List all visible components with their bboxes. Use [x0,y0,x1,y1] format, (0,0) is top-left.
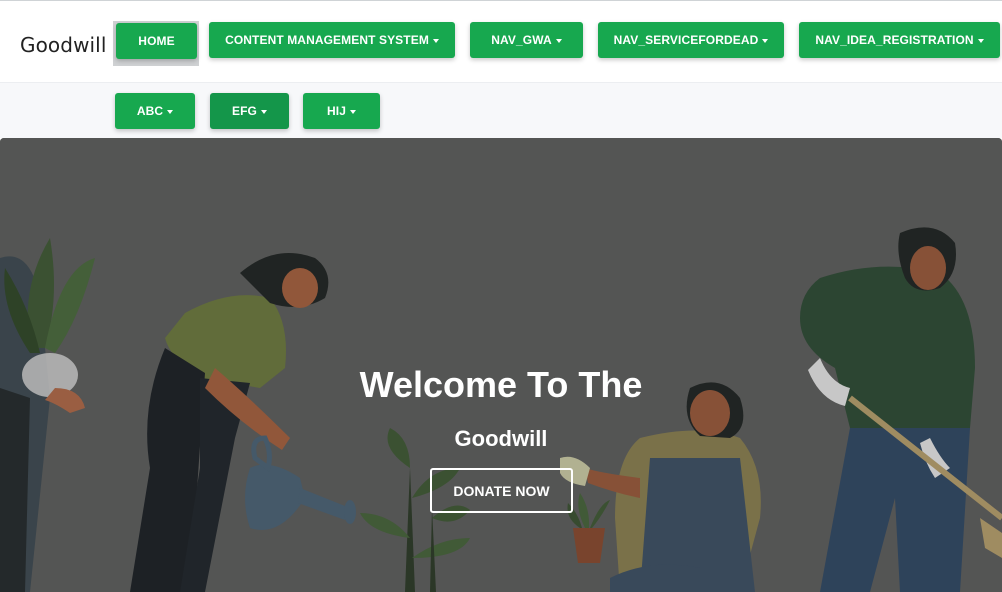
caret-down-icon [260,109,267,114]
nav-gwa-label: NAV_GWA [491,33,552,47]
caret-down-icon [349,109,356,114]
nav-servicefordead-label: NAV_SERVICEFORDEAD [613,33,759,47]
caret-down-icon [555,38,562,43]
nav-idea-registration-label: NAV_IDEA_REGISTRATION [815,33,974,47]
brand-logo[interactable]: Goodwill [20,33,107,57]
nav-idea-registration-dropdown[interactable]: NAV_IDEA_REGISTRATION [799,22,1000,58]
nav-hij-label: HIJ [327,104,346,118]
nav-abc-label: ABC [136,104,164,118]
caret-down-icon [977,38,984,43]
caret-down-icon [167,109,174,114]
navbar: Goodwill HOME CONTENT MANAGEMENT SYSTEM … [0,1,1002,138]
nav-cms-label: CONTENT MANAGEMENT SYSTEM [225,33,429,47]
hero-subtitle: Goodwill [454,426,548,451]
nav-gwa-dropdown[interactable]: NAV_GWA [470,22,583,58]
hero-banner: Welcome To The Goodwill DONATE NOW [0,138,1002,592]
nav-hij-dropdown[interactable]: HIJ [303,93,380,129]
caret-down-icon [762,38,769,43]
nav-efg-label: EFG [232,104,257,118]
nav-home-label: HOME [138,34,175,48]
nav-cms-dropdown[interactable]: CONTENT MANAGEMENT SYSTEM [209,22,455,58]
nav-home-button[interactable]: HOME [116,23,197,59]
nav-servicefordead-dropdown[interactable]: NAV_SERVICEFORDEAD [598,22,784,58]
nav-efg-dropdown[interactable]: EFG [210,93,289,129]
nav-abc-dropdown[interactable]: ABC [115,93,195,129]
caret-down-icon [432,38,439,43]
donate-now-button[interactable]: DONATE NOW [430,468,573,513]
hero-title: Welcome To The [359,364,643,405]
